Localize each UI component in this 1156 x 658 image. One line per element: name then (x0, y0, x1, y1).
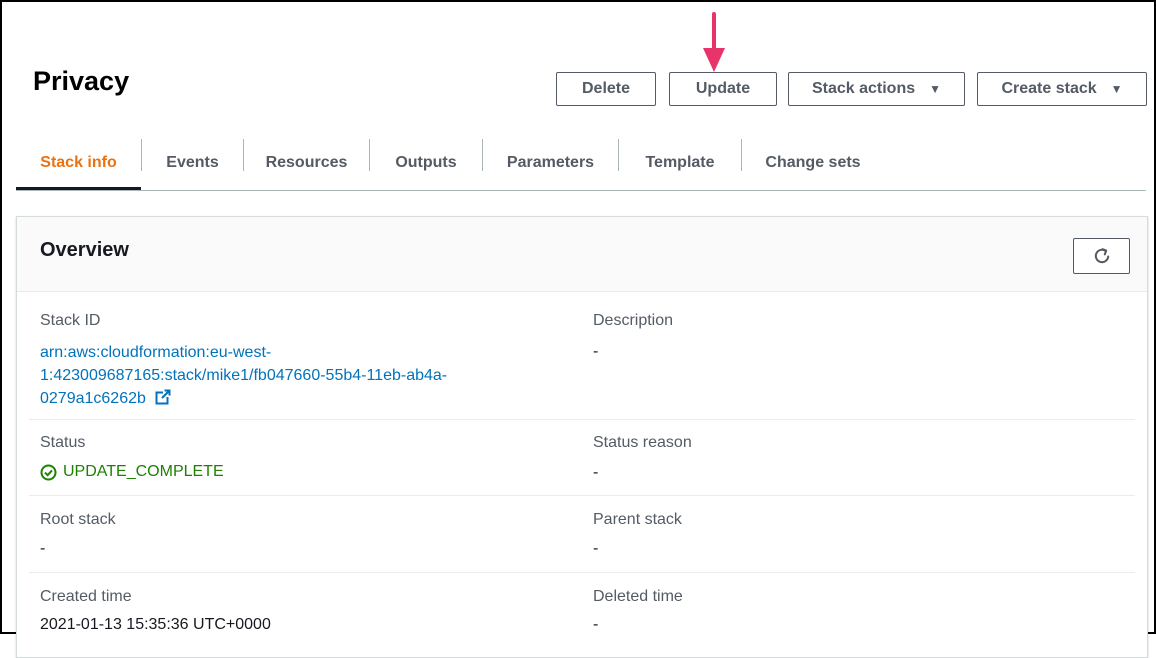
update-button-label: Update (695, 80, 751, 97)
update-button[interactable]: Update (669, 72, 777, 106)
row-divider (29, 419, 1135, 420)
stack-id-link[interactable]: arn:aws:cloudformation:eu-west- 1:423009… (40, 341, 500, 410)
tab-resources[interactable]: Resources (244, 136, 369, 189)
stack-actions-label: Stack actions (811, 80, 916, 97)
status-value: UPDATE_COMPLETE (40, 463, 224, 481)
overview-panel: Overview Stack ID arn:aws:cloudformation… (16, 216, 1148, 658)
parent-stack-value: - (593, 540, 599, 557)
status-reason-label: Status reason (593, 434, 692, 451)
status-text: UPDATE_COMPLETE (63, 463, 224, 480)
page-title: Privacy (33, 66, 130, 96)
deleted-time-label: Deleted time (593, 588, 683, 605)
tab-change-sets[interactable]: Change sets (742, 136, 884, 189)
caret-down-icon: ▼ (1110, 82, 1123, 96)
row-divider (29, 495, 1135, 496)
status-label: Status (40, 434, 86, 451)
stack-id-label: Stack ID (40, 312, 101, 329)
description-value: - (593, 343, 599, 360)
stack-id-line1: arn:aws:cloudformation:eu-west- (40, 344, 272, 361)
down-arrow-annotation-icon (703, 12, 725, 72)
overview-title: Overview (40, 239, 129, 261)
refresh-icon (1094, 248, 1109, 264)
row-divider (29, 572, 1135, 573)
tab-stack-info[interactable]: Stack info (16, 136, 141, 190)
stack-id-line3: 0279a1c6262b (40, 390, 146, 407)
parent-stack-label: Parent stack (593, 511, 682, 528)
deleted-time-value: - (593, 616, 599, 633)
tab-template[interactable]: Template (619, 136, 741, 189)
refresh-button[interactable] (1073, 238, 1130, 274)
tab-outputs[interactable]: Outputs (370, 136, 482, 189)
description-label: Description (593, 312, 674, 329)
tab-parameters[interactable]: Parameters (483, 136, 618, 189)
tab-events[interactable]: Events (142, 136, 243, 189)
create-stack-label: Create stack (1001, 80, 1097, 97)
overview-header: Overview (17, 217, 1147, 292)
status-reason-value: - (593, 464, 599, 481)
stack-id-line2: 1:423009687165:stack/mike1/fb047660-55b4… (40, 367, 448, 384)
create-stack-button[interactable]: Create stack ▼ (977, 72, 1147, 106)
root-stack-label: Root stack (40, 511, 116, 528)
stack-actions-button[interactable]: Stack actions ▼ (788, 72, 965, 106)
caret-down-icon: ▼ (929, 82, 942, 96)
check-circle-icon (40, 464, 57, 480)
root-stack-value: - (40, 540, 46, 557)
delete-button[interactable]: Delete (556, 72, 656, 106)
external-link-icon (155, 389, 172, 405)
stack-tabs: Stack info Events Resources Outputs Para… (16, 136, 1146, 191)
created-time-label: Created time (40, 588, 132, 605)
created-time-value: 2021-01-13 15:35:36 UTC+0000 (40, 616, 271, 633)
delete-button-label: Delete (581, 80, 631, 97)
